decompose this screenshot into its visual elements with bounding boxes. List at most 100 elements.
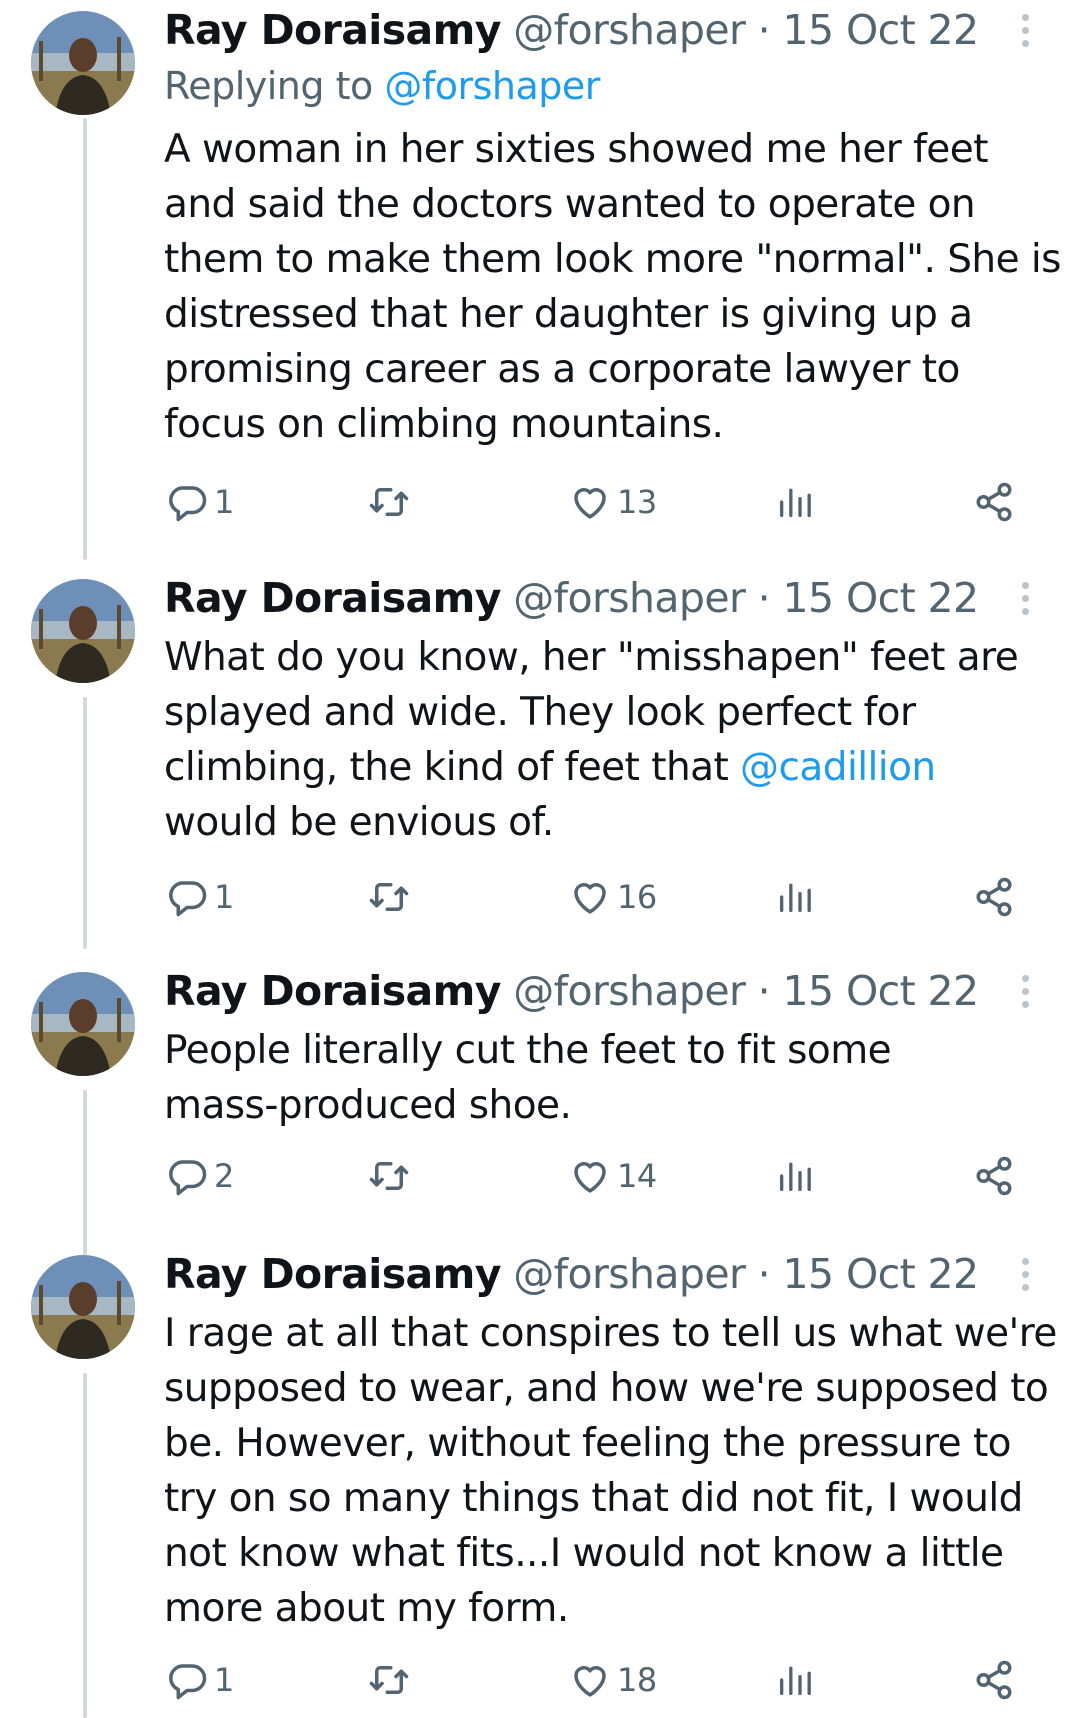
share-button[interactable] [973,867,1015,927]
author-handle[interactable]: @forshaper [513,967,746,1015]
share-button[interactable] [973,1650,1015,1710]
like-count: 13 [617,483,657,521]
like-button[interactable]: 14 [569,1146,657,1206]
tweet-text-line: A woman in her sixties showed me her fee… [164,127,988,172]
more-icon[interactable] [1010,975,1040,1015]
tweet-text-line: People literally cut the feet to fit som… [164,1028,892,1073]
tweet-text: People literally cut the feet to fit som… [164,1023,1064,1133]
author-name[interactable]: Ray Doraisamy [164,574,501,622]
retweet-button[interactable] [367,1650,411,1710]
share-button[interactable] [973,472,1015,532]
views-icon [780,488,811,517]
tweet-text: A woman in her sixties showed me her fee… [164,122,1064,452]
tweet[interactable]: Ray Doraisamy @forshaper · 15 Oct 22 Rep… [0,0,1080,560]
tweet-text-line: be. However, without feeling the pressur… [164,1421,1012,1466]
tweet-date[interactable]: 15 Oct 22 [783,1250,980,1298]
reply-count: 1 [214,483,234,521]
tweet-text: What do you know, her "misshapen" feet a… [164,630,1064,850]
tweet-text-line: focus on climbing mountains. [164,402,724,447]
like-icon [574,1666,606,1697]
tweet-text-segment: climbing, the kind of feet that [164,745,741,790]
views-button[interactable] [775,1146,815,1206]
author-handle[interactable]: @forshaper [513,574,746,622]
separator: · [757,1250,771,1298]
retweet-button[interactable] [367,1146,411,1206]
author-handle[interactable]: @forshaper [513,6,746,54]
like-count: 16 [617,878,657,916]
like-button[interactable]: 13 [569,472,657,532]
share-button[interactable] [973,1146,1015,1206]
reply-icon [169,881,207,917]
like-icon [574,1162,606,1193]
share-icon [976,877,1012,917]
tweet-text-line: and said the doctors wanted to operate o… [164,182,976,227]
avatar[interactable] [31,972,135,1076]
share-icon [976,1156,1012,1196]
tweet-date[interactable]: 15 Oct 22 [783,574,980,622]
tweet-text-line: try on so many things that did not fit, … [164,1476,1023,1521]
tweet-date[interactable]: 15 Oct 22 [783,967,980,1015]
reply-button[interactable]: 2 [166,1146,234,1206]
separator: · [757,6,771,54]
tweet-actions: 1 16 [0,867,1080,927]
reply-button[interactable]: 1 [166,472,234,532]
like-count: 18 [617,1661,657,1699]
tweet-text-line: splayed and wide. They look perfect for [164,690,916,735]
separator: · [757,967,771,1015]
author-name[interactable]: Ray Doraisamy [164,6,501,54]
views-icon [780,1162,811,1191]
author-name[interactable]: Ray Doraisamy [164,967,501,1015]
tweet-header: Ray Doraisamy @forshaper · 15 Oct 22 [164,0,980,60]
author-handle[interactable]: @forshaper [513,1250,746,1298]
like-button[interactable]: 16 [569,867,657,927]
retweet-button[interactable] [367,867,411,927]
author-name[interactable]: Ray Doraisamy [164,1250,501,1298]
more-icon[interactable] [1010,582,1040,622]
tweet-text-line: them to make them look more "normal". Sh… [164,237,1061,282]
views-button[interactable] [775,472,815,532]
share-icon [976,482,1012,522]
replying-to-label: Replying to [164,64,373,108]
like-icon [574,883,606,914]
tweet-text-line: not know what fits...I would not know a … [164,1531,1004,1576]
views-icon [780,883,811,912]
tweet[interactable]: Ray Doraisamy @forshaper · 15 Oct 22 I r… [0,1244,1080,1718]
views-icon [780,1666,811,1695]
tweet-text: I rage at all that conspires to tell us … [164,1306,1064,1636]
retweet-icon [369,1162,409,1190]
reply-count: 1 [214,878,234,916]
more-icon[interactable] [1010,14,1040,54]
like-button[interactable]: 18 [569,1650,657,1710]
tweet-actions: 2 14 [0,1146,1080,1206]
tweet-header: Ray Doraisamy @forshaper · 15 Oct 22 [164,961,980,1021]
mention-link[interactable]: @cadillion [740,745,936,790]
like-count: 14 [617,1157,657,1195]
replying-to-handle[interactable]: @forshaper [384,64,600,108]
retweet-icon [369,883,409,911]
tweet-header: Ray Doraisamy @forshaper · 15 Oct 22 [164,1244,980,1304]
tweet-text-line: would be envious of. [164,800,554,845]
reply-count: 1 [214,1661,234,1699]
avatar[interactable] [31,11,135,115]
tweet-text-line: promising career as a corporate lawyer t… [164,347,960,392]
tweet-date[interactable]: 15 Oct 22 [783,6,980,54]
views-button[interactable] [775,867,815,927]
tweet-text-line: mass-produced shoe. [164,1083,572,1128]
tweet-text-line: more about my form. [164,1586,569,1631]
avatar[interactable] [31,579,135,683]
separator: · [757,574,771,622]
reply-button[interactable]: 1 [166,867,234,927]
tweet-header: Ray Doraisamy @forshaper · 15 Oct 22 [164,568,980,628]
tweet[interactable]: Ray Doraisamy @forshaper · 15 Oct 22 Wha… [0,568,1080,948]
more-icon[interactable] [1010,1258,1040,1298]
replying-to: Replying to @forshaper [164,58,600,114]
retweet-icon [369,488,409,516]
tweet-actions: 1 18 [0,1650,1080,1710]
avatar[interactable] [31,1255,135,1359]
retweet-icon [369,1666,409,1694]
views-button[interactable] [775,1650,815,1710]
tweet[interactable]: Ray Doraisamy @forshaper · 15 Oct 22 Peo… [0,961,1080,1231]
retweet-button[interactable] [367,472,411,532]
reply-button[interactable]: 1 [166,1650,234,1710]
share-icon [976,1660,1012,1700]
